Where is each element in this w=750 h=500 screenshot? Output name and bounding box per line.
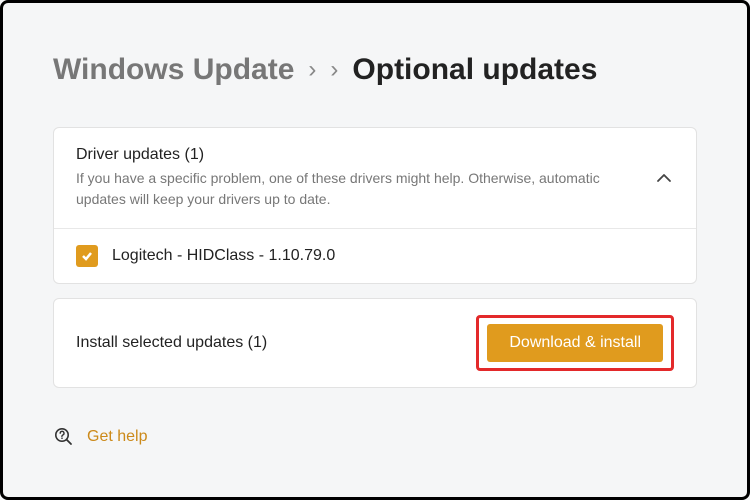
highlight-annotation: Download & install: [476, 315, 674, 371]
expander-description: If you have a specific problem, one of t…: [76, 168, 616, 210]
driver-updates-card: Driver updates (1) If you have a specifi…: [53, 127, 697, 284]
driver-updates-expander[interactable]: Driver updates (1) If you have a specifi…: [54, 128, 696, 228]
breadcrumb-current: Optional updates: [352, 53, 597, 87]
expander-text: Driver updates (1) If you have a specifi…: [76, 146, 634, 210]
update-checkbox[interactable]: [76, 245, 98, 267]
get-help-link[interactable]: Get help: [87, 428, 147, 446]
get-help-row[interactable]: Get help: [53, 426, 697, 448]
help-icon: [53, 426, 75, 448]
update-item: Logitech - HIDClass - 1.10.79.0: [54, 228, 696, 283]
chevron-up-icon: [654, 168, 674, 188]
update-label: Logitech - HIDClass - 1.10.79.0: [112, 247, 335, 265]
chevron-right-icon: ›: [308, 56, 316, 84]
expander-title: Driver updates (1): [76, 146, 634, 164]
install-bar: Install selected updates (1) Download & …: [53, 298, 697, 388]
breadcrumb-parent[interactable]: Windows Update: [53, 53, 294, 87]
download-install-button[interactable]: Download & install: [487, 324, 663, 362]
breadcrumb: Windows Update › › Optional updates: [53, 53, 697, 87]
install-selected-label: Install selected updates (1): [76, 334, 267, 352]
chevron-right-icon: ›: [330, 56, 338, 84]
